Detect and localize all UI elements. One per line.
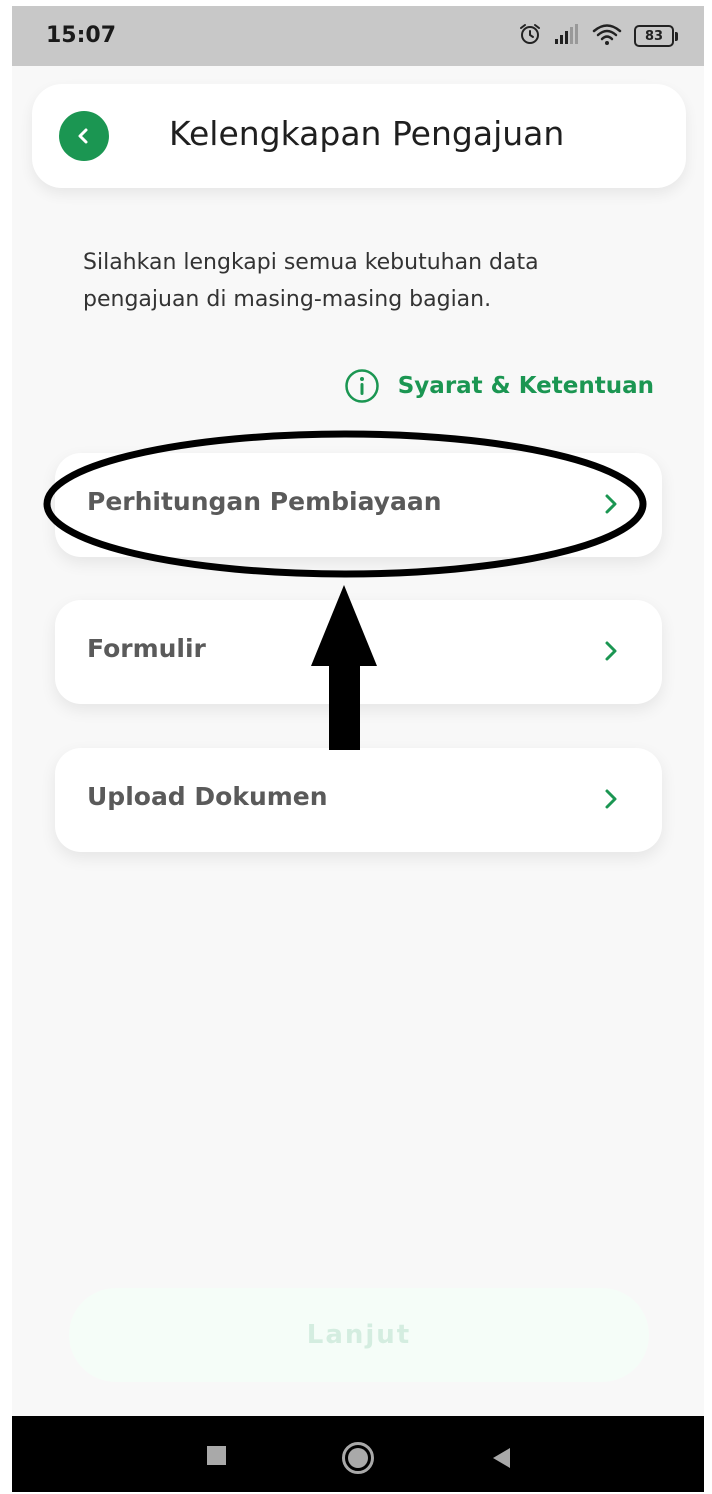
terms-label: Syarat & Ketentuan [397,373,654,399]
header-card: Kelengkapan Pengajuan [32,84,686,188]
status-bar: 15:07 83 [12,6,704,66]
chevron-right-icon [605,641,617,661]
home-circle-icon[interactable] [342,1442,374,1474]
menu-item-label: Perhitungan Pembiayaan [87,487,442,516]
menu-item-perhitungan-pembiayaan[interactable]: Perhitungan Pembiayaan [55,453,662,557]
next-button[interactable]: Lanjut [69,1288,649,1382]
next-button-label: Lanjut [306,1320,412,1350]
back-triangle-icon[interactable] [490,1446,512,1470]
battery-tip [675,31,678,41]
status-time: 15:07 [46,23,117,48]
signal-icon [554,23,580,49]
app-screen: 15:07 83 Kelengkapan Pengajuan Silahkan … [12,6,704,1492]
menu-item-upload-dokumen[interactable]: Upload Dokumen [55,748,662,852]
terms-link[interactable]: Syarat & Ketentuan [344,368,654,404]
info-icon [344,369,379,403]
battery-icon: 83 [634,25,678,47]
device-frame: 15:07 83 Kelengkapan Pengajuan Silahkan … [0,0,712,1494]
back-button[interactable] [59,111,109,161]
page-title: Kelengkapan Pengajuan [169,114,565,153]
recents-square-icon[interactable] [207,1446,226,1465]
chevron-right-icon [605,494,617,514]
navigation-bar [12,1416,704,1492]
chevron-right-icon [605,789,617,809]
description-text: Silahkan lengkapi semua kebutuhan data p… [83,250,539,312]
battery-level: 83 [634,25,674,47]
menu-item-label: Formulir [87,634,206,663]
alarm-icon [518,22,542,50]
chevron-left-icon [78,128,88,144]
wifi-icon [592,22,622,50]
menu-item-label: Upload Dokumen [87,782,328,811]
status-icons: 83 [518,20,678,52]
home-circle-inner [348,1448,368,1468]
menu-item-formulir[interactable]: Formulir [55,600,662,704]
